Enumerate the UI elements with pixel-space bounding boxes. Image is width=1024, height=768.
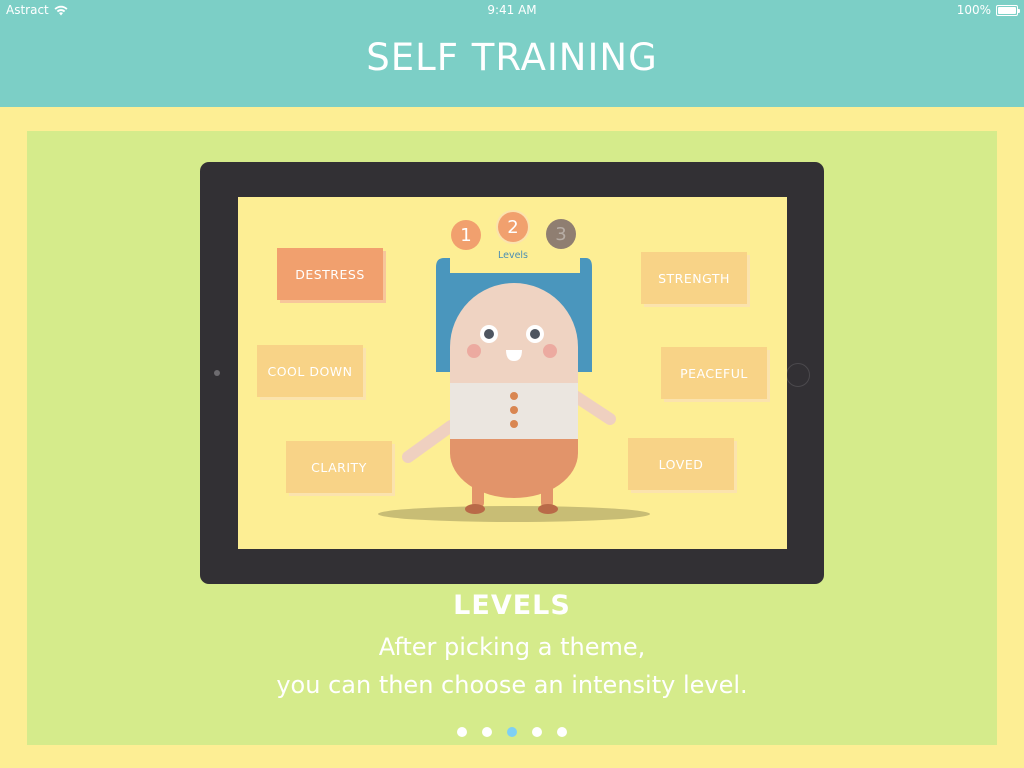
battery-icon [996,4,1020,16]
page-dot-1[interactable] [457,727,467,737]
level-1-button[interactable]: 1 [451,220,481,250]
level-3-button[interactable]: 3 [546,219,576,249]
status-time: 9:41 AM [487,3,537,17]
page-dot-5[interactable] [557,727,567,737]
theme-strength-button[interactable]: STRENGTH [641,252,747,304]
page-title: SELF TRAINING [366,36,658,79]
slide-description: After picking a theme, you can then choo… [276,633,748,699]
page-dot-3[interactable] [507,727,517,737]
page-dot-2[interactable] [482,727,492,737]
theme-cool-down-button[interactable]: COOL DOWN [257,345,363,397]
level-2-button[interactable]: 2 [498,212,528,242]
battery-info: 100% [956,3,1020,17]
levels-label: Levels [497,250,529,261]
camera-icon [214,370,220,376]
theme-clarity-button[interactable]: CLARITY [286,441,392,493]
theme-loved-button[interactable]: LOVED [628,438,734,490]
slide-title: LEVELS [453,590,571,621]
page-indicator[interactable] [0,727,1024,737]
theme-destress-button[interactable]: DESTRESS [277,248,383,300]
battery-percent: 100% [956,3,991,17]
theme-peaceful-button[interactable]: PEACEFUL [661,347,767,399]
home-button-icon [786,363,810,387]
header-bar: Astract 9:41 AM 100% SELF TRAINING [0,0,1024,107]
status-bar: Astract 9:41 AM 100% [0,0,1024,20]
tablet-screen: 1 2 3 Levels DESTRESS COOL DOWN CLARITY … [238,197,787,549]
page-dot-4[interactable] [532,727,542,737]
